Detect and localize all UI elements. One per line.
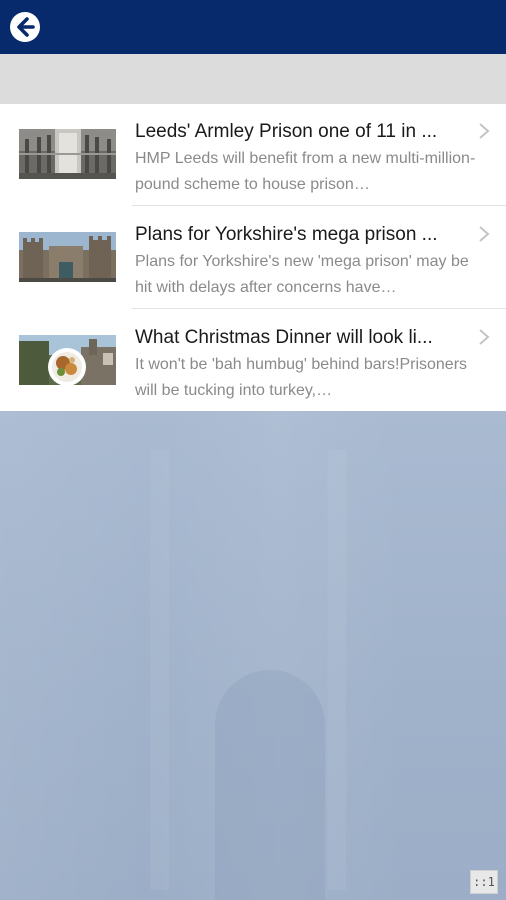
article-title: Plans for Yorkshire's mega prison ... (135, 224, 438, 245)
article-description: HMP Leeds will benefit from a new multi-… (135, 150, 476, 193)
article-list: Leeds' Armley Prison one of 11 in ... HM… (0, 104, 506, 411)
article-thumbnail (19, 335, 116, 385)
sub-header-bar (0, 54, 506, 104)
top-app-bar (0, 0, 506, 54)
article-title: What Christmas Dinner will look li... (135, 327, 433, 348)
chevron-right-icon (479, 226, 490, 242)
divider (132, 308, 506, 309)
article-thumbnail (19, 232, 116, 282)
article-title: Leeds' Armley Prison one of 11 in ... (135, 121, 438, 142)
divider (132, 205, 506, 206)
article-item-armley-prison[interactable]: Leeds' Armley Prison one of 11 in ... HM… (0, 104, 506, 206)
page-indicator: ::1 (470, 870, 498, 894)
chevron-right-icon (479, 329, 490, 345)
article-description: Plans for Yorkshire's new 'mega prison' … (135, 253, 469, 296)
article-description: It won't be 'bah humbug' behind bars!Pri… (135, 356, 468, 399)
article-thumbnail (19, 129, 116, 179)
article-item-christmas-dinner[interactable]: What Christmas Dinner will look li... It… (0, 310, 506, 412)
back-button[interactable] (10, 12, 40, 42)
arrow-left-icon (17, 17, 35, 37)
article-item-yorkshire-prison[interactable]: Plans for Yorkshire's mega prison ... Pl… (0, 207, 506, 309)
chevron-right-icon (479, 123, 490, 139)
background-image (0, 410, 506, 900)
